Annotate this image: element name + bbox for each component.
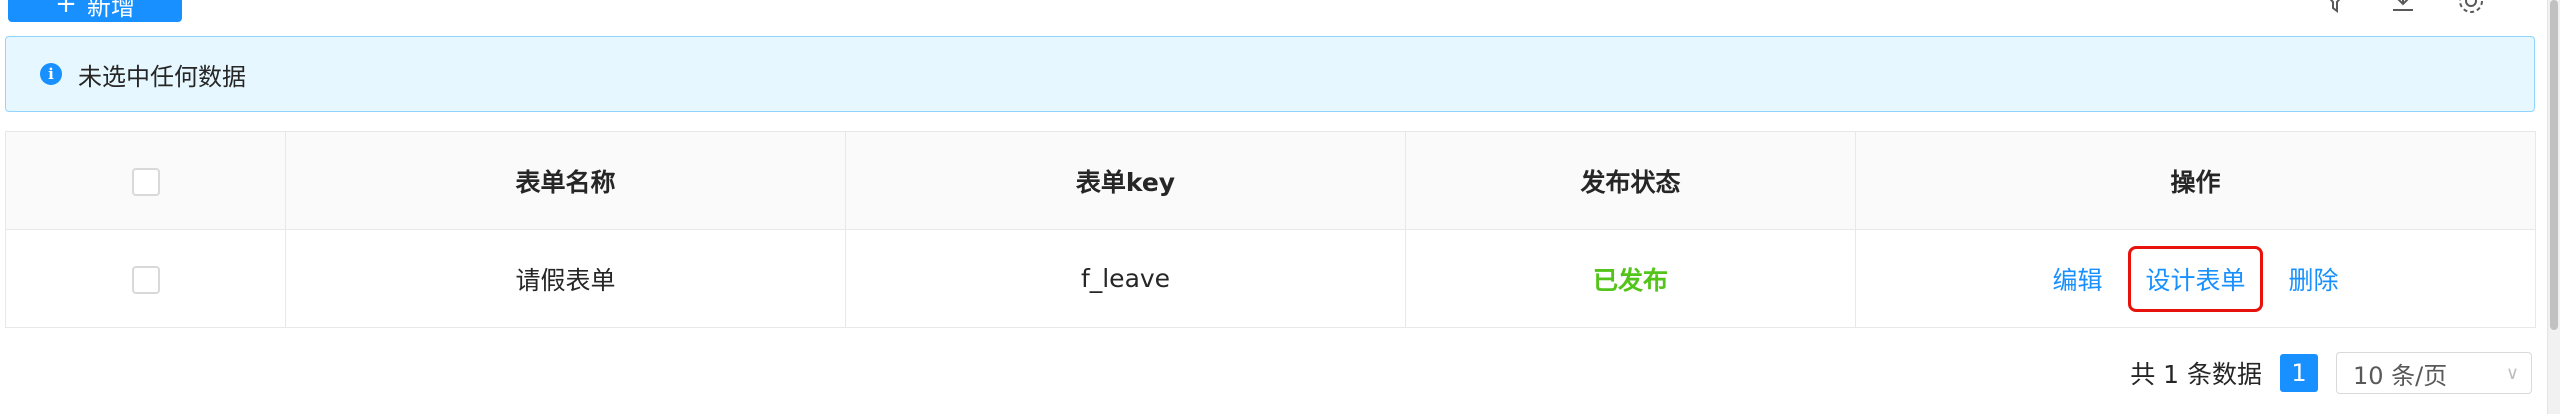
alert-message: 未选中任何数据: [78, 62, 246, 91]
pagination: 共 1 条数据 1 10 条/页 ∨: [2130, 352, 2532, 394]
form-key-cell: f_leave: [845, 229, 1406, 328]
status-badge: 已发布: [1592, 265, 1668, 295]
table-row: 请假表单 f_leave 已发布 编辑 设计表单 删除: [5, 229, 2536, 328]
row-select-cell: [5, 229, 286, 328]
toolbar-icons: [2318, 0, 2488, 16]
form-table: 表单名称 表单key 发布状态 操作 请假表单 f_leave 已发布 编辑 设…: [5, 131, 2536, 328]
filter-icon[interactable]: [2318, 0, 2352, 16]
info-icon: i: [40, 63, 62, 85]
add-button-label: 新增: [86, 0, 135, 21]
select-all-checkbox[interactable]: [131, 167, 160, 196]
column-header-status: 发布状态: [1405, 131, 1856, 230]
status-cell: 已发布: [1405, 229, 1856, 328]
form-name-cell: 请假表单: [285, 229, 846, 328]
chevron-down-icon: ∨: [2505, 362, 2519, 384]
selection-alert: i 未选中任何数据: [5, 36, 2535, 112]
column-header-name: 表单名称: [285, 131, 846, 230]
select-all-cell: [5, 131, 286, 230]
add-button[interactable]: + 新增: [8, 0, 182, 22]
page-item-current[interactable]: 1: [2280, 354, 2318, 392]
row-checkbox[interactable]: [131, 265, 160, 294]
edit-button[interactable]: 编辑: [2035, 266, 2121, 295]
download-icon[interactable]: [2386, 0, 2420, 16]
table-header-row: 表单名称 表单key 发布状态 操作: [5, 131, 2536, 230]
actions-cell: 编辑 设计表单 删除: [1855, 229, 2536, 328]
scrollbar-thumb[interactable]: [2550, 0, 2558, 330]
page-size-value: 10 条/页: [2353, 361, 2448, 390]
top-toolbar: + 新增: [0, 0, 2560, 28]
column-header-key: 表单key: [845, 131, 1406, 230]
plus-icon: +: [55, 0, 77, 19]
design-form-button[interactable]: 设计表单: [2128, 245, 2263, 312]
settings-icon[interactable]: [2454, 0, 2488, 16]
delete-button[interactable]: 删除: [2270, 266, 2356, 295]
total-count: 共 1 条数据: [2130, 360, 2262, 389]
column-header-actions: 操作: [1855, 131, 2536, 230]
page-size-select[interactable]: 10 条/页 ∨: [2336, 352, 2532, 394]
vertical-scrollbar[interactable]: [2547, 0, 2560, 414]
